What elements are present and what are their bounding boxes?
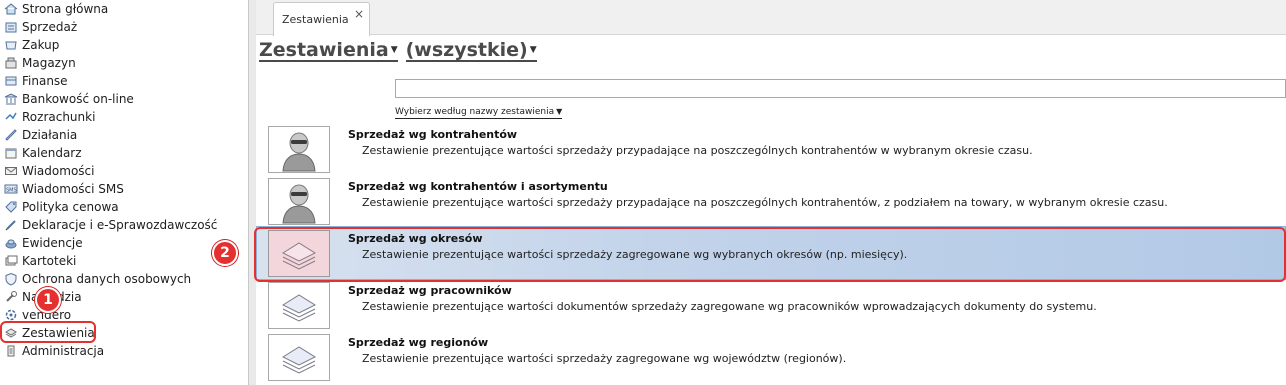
report-description: Zestawienie prezentujące wartości sprzed… bbox=[362, 196, 1168, 209]
annotation-badge-2: 2 bbox=[212, 240, 238, 266]
annotation-badge-1: 1 bbox=[35, 287, 61, 313]
sidebar-item-label: Kalendarz bbox=[22, 146, 82, 160]
page-title: Zestawienia ▼ (wszystkie) ▼ bbox=[259, 40, 537, 64]
search-input[interactable] bbox=[395, 79, 1286, 98]
close-icon[interactable]: × bbox=[354, 7, 364, 21]
sidebar-item-label: Bankowość on-line bbox=[22, 92, 134, 106]
sidebar-item-wiadomosci-sms[interactable]: SMS Wiadomości SMS bbox=[0, 180, 240, 198]
chevron-down-icon: ▼ bbox=[556, 107, 563, 116]
tools-icon bbox=[6, 291, 17, 302]
sidebar-item-label: Zakup bbox=[22, 38, 60, 52]
actions-icon bbox=[5, 129, 17, 141]
sidebar-item-administracja[interactable]: Administracja bbox=[0, 342, 240, 360]
sidebar-item-dzialania[interactable]: Działania bbox=[0, 126, 240, 144]
annotation-highlight-okresy bbox=[254, 227, 1286, 282]
scope-dropdown[interactable]: (wszystkie) ▼ bbox=[405, 39, 537, 62]
splitter[interactable] bbox=[249, 0, 256, 385]
sidebar-item-polityka-cenowa[interactable]: Polityka cenowa bbox=[0, 198, 240, 216]
filter-link-label: Wybierz według nazwy zestawienia bbox=[395, 107, 555, 117]
sidebar-item-strona-glowna[interactable]: Strona główna bbox=[0, 0, 240, 18]
sidebar-item-sprzedaz[interactable]: Sprzedaż bbox=[0, 18, 240, 36]
sidebar-item-label: Wiadomości bbox=[22, 164, 95, 178]
chevron-down-icon: ▼ bbox=[529, 45, 537, 55]
bank-icon bbox=[4, 93, 18, 105]
chevron-down-icon: ▼ bbox=[390, 45, 398, 55]
tab-zestawienia[interactable]: Zestawienia × bbox=[273, 2, 370, 36]
category-dropdown-label: Zestawienia bbox=[259, 39, 389, 61]
sales-icon bbox=[5, 22, 17, 33]
sms-icon: SMS bbox=[4, 184, 18, 194]
report-title: Sprzedaż wg kontrahentów bbox=[348, 128, 518, 141]
report-description: Zestawienie prezentujące wartości dokume… bbox=[362, 300, 1097, 313]
report-item-pracownicy[interactable]: Sprzedaż wg pracowników Zestawienie prez… bbox=[256, 282, 1286, 334]
stack-icon bbox=[268, 334, 330, 381]
tab-label: Zestawienia bbox=[282, 13, 349, 26]
sidebar-item-magazyn[interactable]: Magazyn bbox=[0, 54, 240, 72]
report-title: Sprzedaż wg regionów bbox=[348, 336, 489, 349]
sidebar-item-label: Finanse bbox=[22, 74, 68, 88]
report-title: Sprzedaż wg kontrahentów i asortymentu bbox=[348, 180, 608, 193]
sidebar-item-label: Sprzedaż bbox=[22, 20, 78, 34]
sidebar-item-bankowosc[interactable]: Bankowość on-line bbox=[0, 90, 240, 108]
mail-icon bbox=[5, 167, 17, 175]
sidebar-item-zakup[interactable]: Zakup bbox=[0, 36, 240, 54]
sidebar-item-label: Administracja bbox=[22, 344, 105, 358]
sidebar-item-label: Ewidencje bbox=[22, 236, 83, 250]
scope-dropdown-label: (wszystkie) bbox=[405, 39, 528, 61]
settlements-icon bbox=[5, 112, 17, 120]
sidebar-item-kalendarz[interactable]: Kalendarz bbox=[0, 144, 240, 162]
sidebar-item-deklaracje[interactable]: Deklaracje i e-Sprawozdawczość bbox=[0, 216, 240, 234]
main-panel: Zestawienia × Zestawienia ▼ (wszystkie) … bbox=[256, 0, 1286, 385]
person-icon bbox=[268, 178, 330, 225]
cards-icon bbox=[5, 255, 18, 266]
declarations-icon bbox=[5, 220, 16, 231]
category-dropdown[interactable]: Zestawienia ▼ bbox=[259, 40, 398, 62]
finance-icon bbox=[5, 76, 17, 86]
app-window: Strona główna Sprzedaż Zakup Magazyn Fin… bbox=[0, 0, 1286, 385]
vendero-icon bbox=[5, 309, 17, 321]
admin-icon bbox=[7, 345, 15, 357]
person-icon bbox=[268, 126, 330, 173]
report-item-kontrahenci-asortyment[interactable]: Sprzedaż wg kontrahentów i asortymentu Z… bbox=[256, 178, 1286, 230]
report-description: Zestawienie prezentujące wartości sprzed… bbox=[362, 144, 1033, 157]
stack-icon bbox=[268, 282, 330, 329]
tab-bar: Zestawienia × bbox=[256, 0, 1286, 36]
sidebar-item-label: Strona główna bbox=[22, 2, 109, 16]
sidebar-item-label: Wiadomości SMS bbox=[22, 182, 124, 196]
calendar-icon bbox=[5, 148, 17, 159]
sidebar-item-label: Polityka cenowa bbox=[22, 200, 119, 214]
records-icon bbox=[5, 239, 17, 249]
sidebar-item-wiadomosci[interactable]: Wiadomości bbox=[0, 162, 240, 180]
sidebar-item-ewidencje[interactable]: Ewidencje bbox=[0, 234, 240, 252]
report-description: Zestawienie prezentujące wartości sprzed… bbox=[362, 352, 847, 365]
svg-text:SMS: SMS bbox=[6, 188, 17, 194]
annotation-highlight-zestawienia bbox=[0, 321, 96, 343]
sidebar-item-label: Ochrona danych osobowych bbox=[22, 272, 192, 286]
report-title: Sprzedaż wg pracowników bbox=[348, 284, 512, 297]
sidebar-item-label: Kartoteki bbox=[22, 254, 77, 268]
sidebar-item-label: Deklaracje i e-Sprawozdawczość bbox=[22, 218, 218, 232]
sidebar-item-kartoteki[interactable]: Kartoteki bbox=[0, 252, 240, 270]
sidebar-item-label: Magazyn bbox=[22, 56, 76, 70]
sidebar-item-label: Działania bbox=[22, 128, 78, 142]
sidebar-item-ochrona-danych[interactable]: Ochrona danych osobowych bbox=[0, 270, 240, 288]
price-tag-icon bbox=[5, 201, 17, 213]
sidebar-item-rozrachunki[interactable]: Rozrachunki bbox=[0, 108, 240, 126]
purchase-icon bbox=[5, 41, 17, 50]
report-item-kontrahenci[interactable]: Sprzedaż wg kontrahentów Zestawienie pre… bbox=[256, 126, 1286, 178]
warehouse-icon bbox=[5, 57, 17, 69]
shield-icon bbox=[5, 272, 17, 286]
sidebar-item-finanse[interactable]: Finanse bbox=[0, 72, 240, 90]
filter-by-name-dropdown[interactable]: Wybierz według nazwy zestawienia ▼ bbox=[395, 106, 563, 119]
sidebar-item-label: Rozrachunki bbox=[22, 110, 96, 124]
home-icon bbox=[4, 3, 18, 15]
report-item-regiony[interactable]: Sprzedaż wg regionów Zestawienie prezent… bbox=[256, 334, 1286, 385]
